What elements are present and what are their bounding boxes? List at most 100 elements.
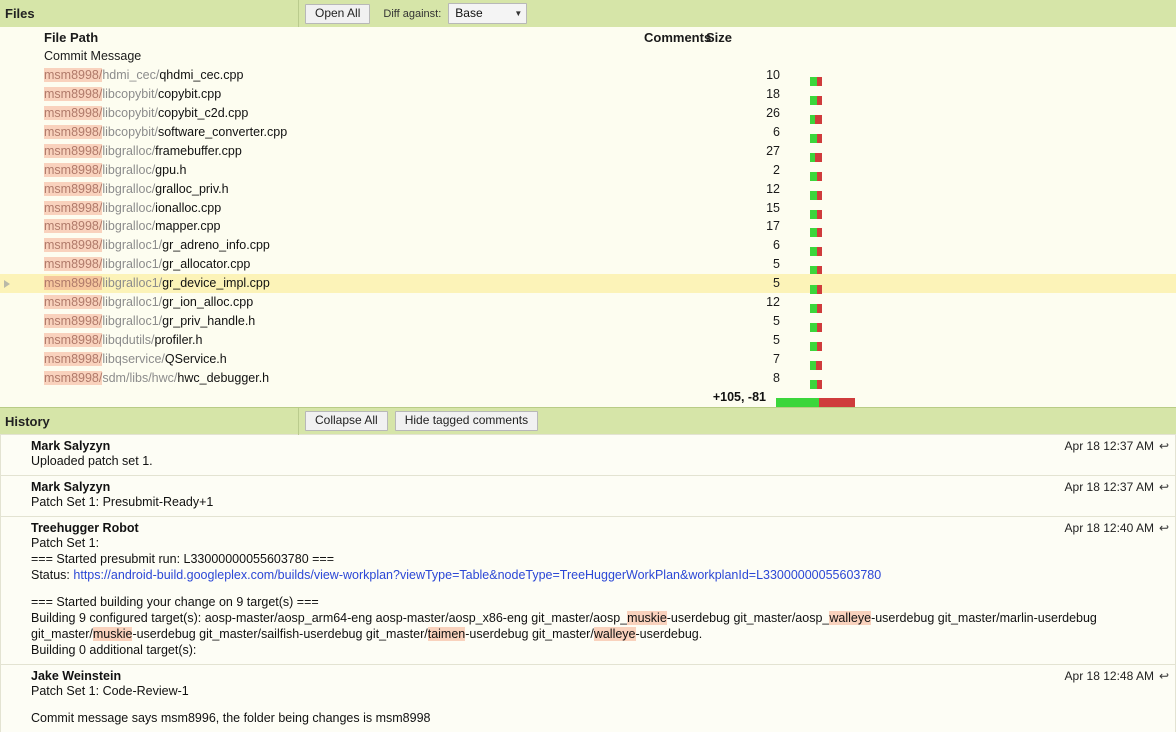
message-line: Patch Set 1: Presubmit-Ready+1 (31, 494, 1169, 510)
file-row[interactable]: msm8998/libcopybit/software_converter.cp… (0, 123, 1176, 142)
gerrit-change-page: WinFuture@rquandt Files Open All Diff ag… (0, 0, 1176, 732)
path-directory: libgralloc1/ (102, 295, 162, 309)
file-row[interactable]: msm8998/libgralloc1/gr_ion_alloc.cpp12 (0, 293, 1176, 312)
file-row[interactable]: msm8998/libgralloc/ionalloc.cpp15 (0, 198, 1176, 217)
path-directory: sdm/libs/hwc/ (102, 371, 177, 385)
message-timestamp: Apr 18 12:48 AM↩ (1065, 669, 1169, 683)
files-table: File Path Comments Size Commit Message m… (0, 27, 1176, 407)
file-path-link[interactable]: msm8998/libgralloc1/gr_allocator.cpp (14, 257, 644, 271)
file-size-value: 26 (704, 106, 780, 120)
file-path-link[interactable]: msm8998/libcopybit/software_converter.cp… (14, 125, 644, 139)
path-directory: libcopybit/ (102, 106, 158, 120)
file-path-link[interactable]: msm8998/libgralloc1/gr_priv_handle.h (14, 314, 644, 328)
reply-arrow-icon[interactable]: ↩ (1159, 439, 1169, 453)
file-path-link[interactable]: msm8998/libcopybit/copybit.cpp (14, 87, 644, 101)
file-path-link[interactable]: msm8998/libqdutils/profiler.h (14, 333, 644, 347)
path-prefix: msm8998/ (44, 314, 102, 328)
path-directory: libgralloc/ (102, 201, 155, 215)
expand-triangle-icon[interactable] (0, 276, 14, 290)
file-size-value: 6 (704, 125, 780, 139)
file-size-value: 17 (704, 219, 780, 233)
file-diff-bar (780, 254, 880, 274)
column-size: Size (704, 30, 780, 45)
file-path-link[interactable]: msm8998/hdmi_cec/qhdmi_cec.cpp (14, 68, 644, 82)
path-prefix: msm8998/ (44, 68, 102, 82)
diff-against-select[interactable]: Base ▼ (448, 3, 527, 24)
file-path-link[interactable]: msm8998/libgralloc1/gr_device_impl.cpp (14, 276, 644, 290)
commit-message-link[interactable]: Commit Message (14, 49, 644, 63)
file-row[interactable]: msm8998/libgralloc/mapper.cpp 17 (0, 217, 1176, 236)
file-path-link[interactable]: msm8998/libcopybit/copybit_c2d.cpp (14, 106, 644, 120)
reply-arrow-icon[interactable]: ↩ (1159, 480, 1169, 494)
path-directory: libcopybit/ (102, 87, 158, 101)
column-file-path: File Path (14, 30, 644, 45)
file-row[interactable]: msm8998/libgralloc1/gr_priv_handle.h 5 (0, 311, 1176, 330)
path-directory: libgralloc1/ (102, 238, 162, 252)
file-row[interactable]: msm8998/libgralloc/gralloc_priv.h12 (0, 179, 1176, 198)
file-row[interactable]: msm8998/libcopybit/copybit.cpp18 (0, 85, 1176, 104)
path-directory: libqdutils/ (102, 333, 154, 347)
diff-against-label: Diff against: (383, 8, 441, 20)
open-all-button[interactable]: Open All (305, 4, 370, 24)
file-row[interactable]: msm8998/hdmi_cec/qhdmi_cec.cpp 10 (0, 66, 1176, 85)
diff-totals-label: +105, -81 (0, 390, 766, 404)
file-diff-bar (780, 103, 880, 123)
file-rows-container: msm8998/hdmi_cec/qhdmi_cec.cpp10msm8998/… (0, 66, 1176, 387)
file-row[interactable]: msm8998/libgralloc1/gr_adreno_info.cpp 6 (0, 236, 1176, 255)
reply-arrow-icon[interactable]: ↩ (1159, 669, 1169, 683)
file-row[interactable]: msm8998/libgralloc1/gr_allocator.cpp 5 (0, 255, 1176, 274)
file-row[interactable]: msm8998/libgralloc1/gr_device_impl.cpp 5 (0, 274, 1176, 293)
file-row[interactable]: msm8998/libgralloc/gpu.h2 (0, 160, 1176, 179)
files-table-header: File Path Comments Size (0, 27, 1176, 47)
column-comments: Comments (644, 30, 704, 45)
path-prefix: msm8998/ (44, 352, 102, 366)
files-toolbar: Open All Diff against: Base ▼ (299, 3, 527, 24)
file-path-link[interactable]: msm8998/libgralloc/ionalloc.cpp (14, 201, 644, 215)
file-size-value: 5 (704, 314, 780, 328)
file-size-value: 5 (704, 276, 780, 290)
file-path-link[interactable]: msm8998/libgralloc/gralloc_priv.h (14, 182, 644, 196)
file-path-link[interactable]: msm8998/sdm/libs/hwc/hwc_debugger.h (14, 371, 644, 385)
file-path-link[interactable]: msm8998/libgralloc1/gr_adreno_info.cpp (14, 238, 644, 252)
reply-arrow-icon[interactable]: ↩ (1159, 521, 1169, 535)
file-path-link[interactable]: msm8998/libgralloc/gpu.h (14, 163, 644, 177)
history-section-title: History (0, 414, 298, 429)
message-line: Building 9 configured target(s): aosp-ma… (31, 610, 1169, 642)
file-size-value: 6 (704, 238, 780, 252)
file-path-link[interactable]: msm8998/libgralloc/framebuffer.cpp (14, 144, 644, 158)
path-prefix: msm8998/ (44, 87, 102, 101)
message-blank-line (31, 583, 1169, 594)
path-prefix: msm8998/ (44, 144, 102, 158)
path-filename: profiler.h (154, 333, 202, 347)
file-path-link[interactable]: msm8998/libgralloc/mapper.cpp (14, 219, 644, 233)
file-row[interactable]: msm8998/libqservice/QService.h7 (0, 349, 1176, 368)
file-path-link[interactable]: msm8998/libqservice/QService.h (14, 352, 644, 366)
path-filename: gr_priv_handle.h (162, 314, 255, 328)
file-path-link[interactable]: msm8998/libgralloc1/gr_ion_alloc.cpp (14, 295, 644, 309)
highlighted-term: walleye (594, 627, 636, 641)
path-filename: copybit_c2d.cpp (158, 106, 248, 120)
presubmit-status-link[interactable]: https://android-build.googleplex.com/bui… (73, 568, 881, 582)
commit-message-row[interactable]: Commit Message (0, 47, 1176, 66)
highlighted-term: muskie (627, 611, 667, 625)
history-message-header: Mark SalyzynApr 18 12:37 AM↩ (31, 439, 1169, 453)
file-size-value: 10 (704, 68, 780, 82)
highlighted-term: taimen (428, 627, 466, 641)
file-row[interactable]: msm8998/sdm/libs/hwc/hwc_debugger.h8 (0, 368, 1176, 387)
file-row[interactable]: msm8998/libgralloc/framebuffer.cpp 27 (0, 141, 1176, 160)
path-prefix: msm8998/ (44, 276, 102, 290)
file-size-value: 5 (704, 257, 780, 271)
file-size-value: 5 (704, 333, 780, 347)
file-size-value: 27 (704, 144, 780, 158)
file-diff-bar (780, 179, 880, 199)
history-message: Mark SalyzynApr 18 12:37 AM↩Uploaded pat… (0, 434, 1176, 476)
message-line: Uploaded patch set 1. (31, 453, 1169, 469)
file-row[interactable]: msm8998/libqdutils/profiler.h 5 (0, 330, 1176, 349)
hide-tagged-comments-button[interactable]: Hide tagged comments (395, 411, 538, 431)
file-diff-bar (780, 198, 880, 218)
collapse-all-button[interactable]: Collapse All (305, 411, 388, 431)
history-message: Jake WeinsteinApr 18 12:48 AM↩Patch Set … (0, 665, 1176, 732)
file-row[interactable]: msm8998/libcopybit/copybit_c2d.cpp 26 (0, 104, 1176, 123)
file-diff-bar (780, 292, 880, 312)
file-diff-bar (780, 368, 880, 388)
